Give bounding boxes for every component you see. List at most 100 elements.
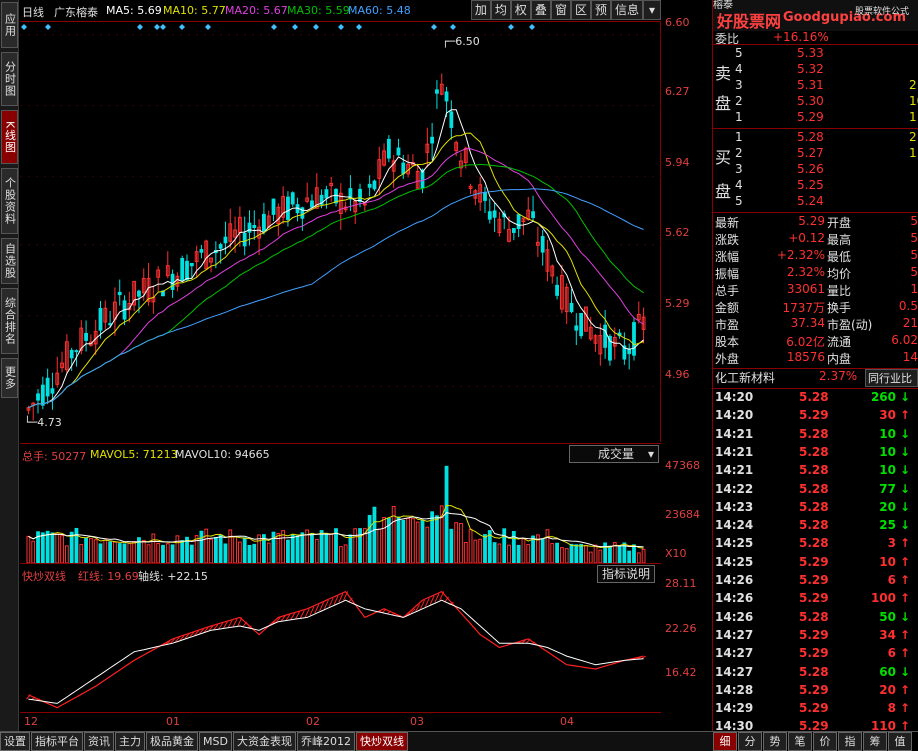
volume-tick: 47368 — [665, 459, 700, 472]
tool-forecast[interactable]: 预 — [590, 0, 611, 20]
stat-value: 1737万 — [782, 301, 825, 315]
tick-time: 14:27 — [715, 664, 754, 679]
date-tick: 02 — [306, 715, 320, 728]
mavol10-value: MAVOL10: 94665 — [175, 448, 270, 461]
tool-add[interactable]: 加 — [470, 0, 491, 20]
chevron-down-icon[interactable]: ▾ — [643, 0, 661, 20]
ma5-line — [28, 109, 644, 409]
stat-label: 总手 — [715, 284, 740, 298]
volume-bar — [50, 532, 55, 564]
tab-news[interactable]: 资讯 — [84, 732, 114, 751]
indicator-hatch — [424, 597, 430, 607]
volume-bar — [641, 548, 646, 564]
quote-tab[interactable]: 笔 — [788, 732, 812, 751]
sector-row[interactable]: 化工新材料 2.37% 同行业比 — [713, 369, 918, 387]
tab-quick-double-line[interactable]: 快炒双线 — [355, 732, 408, 751]
nav-profile[interactable]: 个股资料 — [1, 168, 18, 234]
volume-bar — [237, 541, 242, 564]
up-arrow-icon: ↑ — [899, 701, 910, 716]
volume-bar — [632, 544, 636, 564]
nav-watchlist[interactable]: 自选股 — [1, 238, 18, 284]
quote-tab[interactable]: 势 — [763, 732, 787, 751]
tab-premium-gold[interactable]: 极品黄金 — [146, 732, 198, 751]
candle-body — [324, 189, 329, 199]
tab-msd[interactable]: MSD — [199, 732, 232, 751]
volume-bar — [588, 551, 593, 564]
tab-qiaofeng[interactable]: 乔峰2012 — [296, 732, 355, 751]
tick-volume: 3 — [887, 536, 896, 551]
nav-app[interactable]: 应用 — [1, 2, 18, 48]
buy-level-row[interactable]: 5 5.24 — [713, 194, 918, 212]
tool-overlay[interactable]: 叠 — [530, 0, 551, 20]
level-num: 5 — [735, 46, 743, 60]
volume-bar — [180, 540, 185, 564]
quote-tab[interactable]: 指 — [838, 732, 862, 751]
tick-price: 5.29 — [799, 573, 829, 587]
nav-timeshare[interactable]: 分时图 — [1, 52, 18, 106]
candle-body — [36, 393, 40, 401]
volume-total: 总手: 50277 — [22, 450, 87, 463]
indicator-chart[interactable] — [20, 583, 661, 712]
volume-bar — [593, 544, 598, 564]
stat-row: 市盈 37.34 市盈(动) 21 — [713, 316, 918, 334]
nav-ranking[interactable]: 综合排名 — [1, 288, 18, 354]
candle-body — [435, 89, 439, 94]
quote-tab[interactable]: 值 — [888, 732, 912, 751]
tab-indicator-platform[interactable]: 指标平台 — [31, 732, 83, 751]
indicator-name: 快炒双线 — [22, 570, 66, 583]
volume-bar — [603, 542, 608, 564]
nav-more[interactable]: 更多 — [1, 358, 18, 398]
volume-dropdown[interactable]: 成交量 ▾ — [569, 445, 659, 463]
tool-info[interactable]: 信息 — [610, 0, 643, 20]
candle-body — [310, 200, 314, 208]
buy-label: 盘 — [715, 182, 732, 201]
volume-bar — [425, 526, 430, 564]
stat-value: 21 — [902, 316, 918, 330]
quote-tab[interactable]: 筹 — [863, 732, 887, 751]
sector-name: 化工新材料 — [715, 371, 776, 385]
tab-main-force[interactable]: 主力 — [115, 732, 145, 751]
tab-settings[interactable]: 设置 — [0, 732, 30, 751]
tool-range[interactable]: 区 — [570, 0, 591, 20]
volume-bar — [60, 535, 64, 564]
tool-average[interactable]: 均 — [490, 0, 511, 20]
tick-time: 14:20 — [715, 390, 754, 404]
stat-label: 最高 — [827, 233, 852, 247]
down-arrow-icon: ↓ — [899, 499, 910, 514]
event-marker-icon — [356, 24, 362, 30]
sector-change: 2.37% — [819, 369, 858, 383]
down-arrow-icon: ↓ — [899, 390, 910, 404]
tab-big-money[interactable]: 大资金表现 — [232, 732, 296, 751]
low-annotation: 4.73 — [37, 416, 62, 429]
quote-tab[interactable]: 分 — [738, 732, 762, 751]
level-num: 5 — [735, 194, 743, 208]
tick-volume: 20 — [879, 682, 896, 697]
nav-kline[interactable]: K线图 — [1, 110, 18, 164]
event-marker-icon — [160, 24, 166, 30]
tool-window[interactable]: 窗 — [550, 0, 571, 20]
tool-rights[interactable]: 权 — [510, 0, 531, 20]
sector-compare-button[interactable]: 同行业比 — [865, 369, 918, 387]
indicator-hatch — [429, 595, 435, 605]
kline-svg — [20, 24, 661, 421]
volume-bar — [88, 538, 93, 564]
quote-tab[interactable]: 价 — [813, 732, 837, 751]
stat-value: 5 — [910, 248, 918, 262]
level-price: 5.24 — [797, 194, 824, 208]
stat-value: 14 — [902, 350, 918, 364]
tick-volume: 8 — [887, 701, 896, 716]
indicator-help-button[interactable]: 指标说明 — [596, 565, 655, 583]
tick-volume: 50 — [879, 609, 896, 624]
candle-body — [603, 324, 608, 348]
stat-label: 流通 — [827, 335, 852, 349]
stat-row: 振幅 2.32% 均价 5 — [713, 265, 918, 283]
level-price: 5.25 — [797, 178, 824, 192]
volume-chart[interactable] — [20, 463, 661, 564]
volume-bar — [420, 520, 425, 564]
tick-price: 5.28 — [799, 444, 829, 459]
kline-chart[interactable]: ┌─6.50 └─4.73 — [20, 22, 661, 442]
volume-bar — [271, 531, 276, 564]
quote-tab[interactable]: 细 — [713, 732, 737, 751]
sell-level-row[interactable]: 1 5.29 1 — [713, 110, 918, 128]
price-tick: 5.29 — [665, 297, 690, 310]
